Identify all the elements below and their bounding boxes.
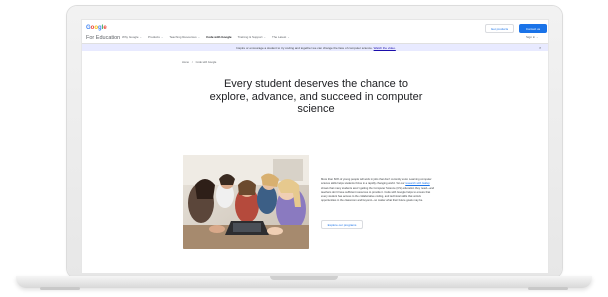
breadcrumb-separator: / [191,61,193,64]
gallup-research-link[interactable]: research with Gallup [405,182,430,185]
contact-us-button[interactable]: Contact us [519,24,547,33]
nav-item-label: Why Google [122,35,139,39]
for-education-label[interactable]: For Education [86,35,120,41]
intro-text-end: shows that many students aren't getting … [321,186,435,203]
nav-item-products[interactable]: Products ⌄ [148,35,163,39]
students-laptop-image [183,155,309,249]
nav-item-why-google[interactable]: Why Google ⌄ [122,35,142,39]
chevron-down-icon: ⌄ [287,35,290,39]
nav-item-label: Training & Support [237,35,263,39]
get-products-button[interactable]: Get products [485,24,514,33]
sign-in-link[interactable]: Sign in ⌄ [526,35,539,39]
sign-in-label: Sign in [526,35,536,39]
site-header: Google For Education Why Google ⌄ Product… [82,20,548,44]
chevron-down-icon: ⌄ [536,35,539,39]
laptop-foot-right [528,287,568,290]
nav-item-label: Products [148,35,160,39]
banner-message: Inspire or encourage a student to try co… [82,45,548,50]
laptop-notch [270,276,338,280]
nav-item-teaching-resources[interactable]: Teaching Resources ⌄ [169,35,200,39]
nav-item-label: The Latest [272,35,287,39]
chevron-down-icon: ⌄ [263,35,267,39]
laptop-foot-left [40,287,80,290]
banner-text: Inspire or encourage a student to try co… [236,45,373,50]
intro-paragraph: More than 60% of young people will work … [321,178,437,204]
close-icon[interactable]: × [539,45,541,50]
logo-letter: e [103,25,107,31]
chevron-down-icon: ⌄ [139,35,143,39]
breadcrumb-current: Code with Google [195,61,217,64]
nav-item-label: Teaching Resources [169,35,197,39]
nav-item-training-support[interactable]: Training & Support ⌄ [238,35,266,39]
google-logo[interactable]: Google [86,25,107,31]
chevron-down-icon: ⌄ [160,35,164,39]
watch-video-link[interactable]: Watch the video. [374,46,396,50]
breadcrumb-home[interactable]: Home [182,61,189,64]
main-nav: Why Google ⌄ Products ⌄ Teaching Resources… [122,35,290,39]
nav-item-code-with-google[interactable]: Code with Google [206,35,232,39]
nav-item-the-latest[interactable]: The Latest ⌄ [272,35,290,39]
nav-item-label: Code with Google [206,35,232,39]
announcement-banner: Inspire or encourage a student to try co… [82,44,548,51]
page-title: Every student deserves the chance to exp… [209,78,423,115]
explore-programs-button[interactable]: Explore our programs [321,220,363,229]
laptop-screen: Google For Education Why Google ⌄ Product… [81,19,549,274]
students-photo [183,155,309,249]
breadcrumb: Home / Code with Google [182,61,216,64]
chevron-down-icon: ⌄ [197,35,201,39]
